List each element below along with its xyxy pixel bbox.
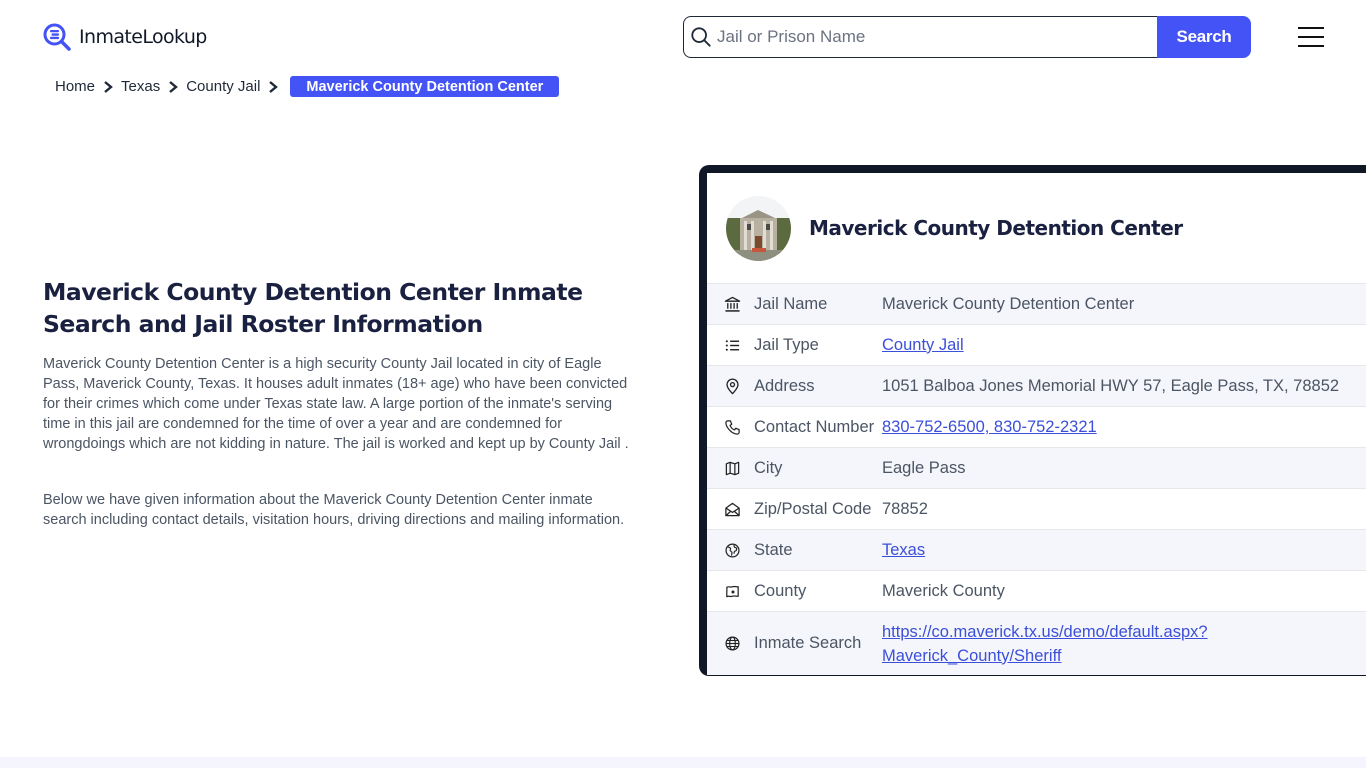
row-label: County (754, 581, 807, 600)
map-pin-icon (707, 378, 754, 395)
state-link[interactable]: Texas (882, 538, 925, 562)
row-label: City (754, 458, 783, 477)
row-value: Maverick County Detention Center (882, 295, 1135, 313)
row-value: Eagle Pass (882, 459, 966, 477)
hamburger-menu-icon[interactable] (1298, 27, 1324, 47)
inmate-search-url-line1: https://co.maverick.tx.us/demo/default.a… (882, 622, 1208, 641)
map-pin-square-icon (707, 583, 754, 600)
row-label: Jail Type (754, 335, 819, 354)
info-row-inmate-search: Inmate Search https://co.maverick.tx.us/… (707, 611, 1366, 675)
info-row-jail-name: Jail Name Maverick County Detention Cent… (707, 283, 1366, 324)
search-icon (691, 27, 711, 47)
menu-bar (1298, 27, 1324, 29)
row-label: Jail Name (754, 294, 828, 313)
breadcrumb: Home Texas County Jail Maverick County D… (55, 76, 560, 97)
facility-card: Maverick County Detention Center Jail Na… (699, 165, 1366, 676)
menu-bar (1298, 36, 1324, 38)
list-icon (707, 337, 754, 354)
info-row-contact: Contact Number 830-752-6500, 830-752-232… (707, 406, 1366, 447)
chevron-right-icon (101, 80, 115, 94)
menu-bar (1298, 45, 1324, 47)
intro-paragraph: Maverick County Detention Center is a hi… (43, 356, 629, 452)
facility-name-heading: Maverick County Detention Center (809, 216, 1183, 240)
logo-icon (43, 23, 71, 51)
facility-card-header: Maverick County Detention Center (707, 173, 1366, 283)
row-label: Address (754, 376, 815, 395)
chevron-right-icon (266, 80, 280, 94)
breadcrumb-texas[interactable]: Texas (121, 78, 160, 95)
map-icon (707, 460, 754, 477)
info-row-county: County Maverick County (707, 570, 1366, 611)
globe-icon (707, 635, 754, 652)
info-row-city: City Eagle Pass (707, 447, 1366, 488)
info-row-state: State Texas (707, 529, 1366, 570)
world-icon (707, 542, 754, 559)
jail-type-link[interactable]: County Jail (882, 333, 964, 357)
search-input[interactable] (717, 27, 1157, 47)
info-row-address: Address 1051 Balboa Jones Memorial HWY 5… (707, 365, 1366, 406)
breadcrumb-current: Maverick County Detention Center (290, 76, 560, 97)
breadcrumb-county-jail[interactable]: County Jail (186, 78, 260, 95)
search-button[interactable]: Search (1157, 16, 1251, 58)
row-label: Contact Number (754, 417, 875, 436)
row-label: Inmate Search (754, 634, 862, 652)
info-row-jail-type: Jail Type County Jail (707, 324, 1366, 365)
facility-card-body: Maverick County Detention Center Jail Na… (707, 173, 1366, 675)
row-label: Zip/Postal Code (754, 499, 872, 518)
row-label: State (754, 540, 793, 559)
search-form: Search (683, 16, 1251, 58)
page-title: Maverick County Detention Center Inmate … (43, 278, 583, 338)
mail-open-icon (707, 501, 754, 518)
row-value: 78852 (882, 500, 928, 518)
info-row-zip: Zip/Postal Code 78852 (707, 488, 1366, 529)
inmate-search-link[interactable]: https://co.maverick.tx.us/demo/default.a… (882, 620, 1208, 668)
search-field[interactable] (683, 16, 1157, 58)
facility-photo (726, 195, 791, 261)
logo-link[interactable]: InmateLookup (42, 22, 207, 52)
footer-band (0, 757, 1366, 768)
info-paragraph: Below we have given information about th… (43, 492, 625, 528)
chevron-right-icon (166, 80, 180, 94)
logo-text: InmateLookup (79, 26, 207, 48)
inmate-search-url-line2: Maverick_County/Sheriff (882, 646, 1062, 665)
bank-icon (707, 296, 754, 313)
row-value: Maverick County (882, 582, 1005, 600)
row-value: 1051 Balboa Jones Memorial HWY 57, Eagle… (882, 377, 1340, 395)
contact-number-link[interactable]: 830-752-6500, 830-752-2321 (882, 415, 1097, 439)
breadcrumb-home[interactable]: Home (55, 78, 95, 95)
phone-icon (707, 419, 754, 436)
